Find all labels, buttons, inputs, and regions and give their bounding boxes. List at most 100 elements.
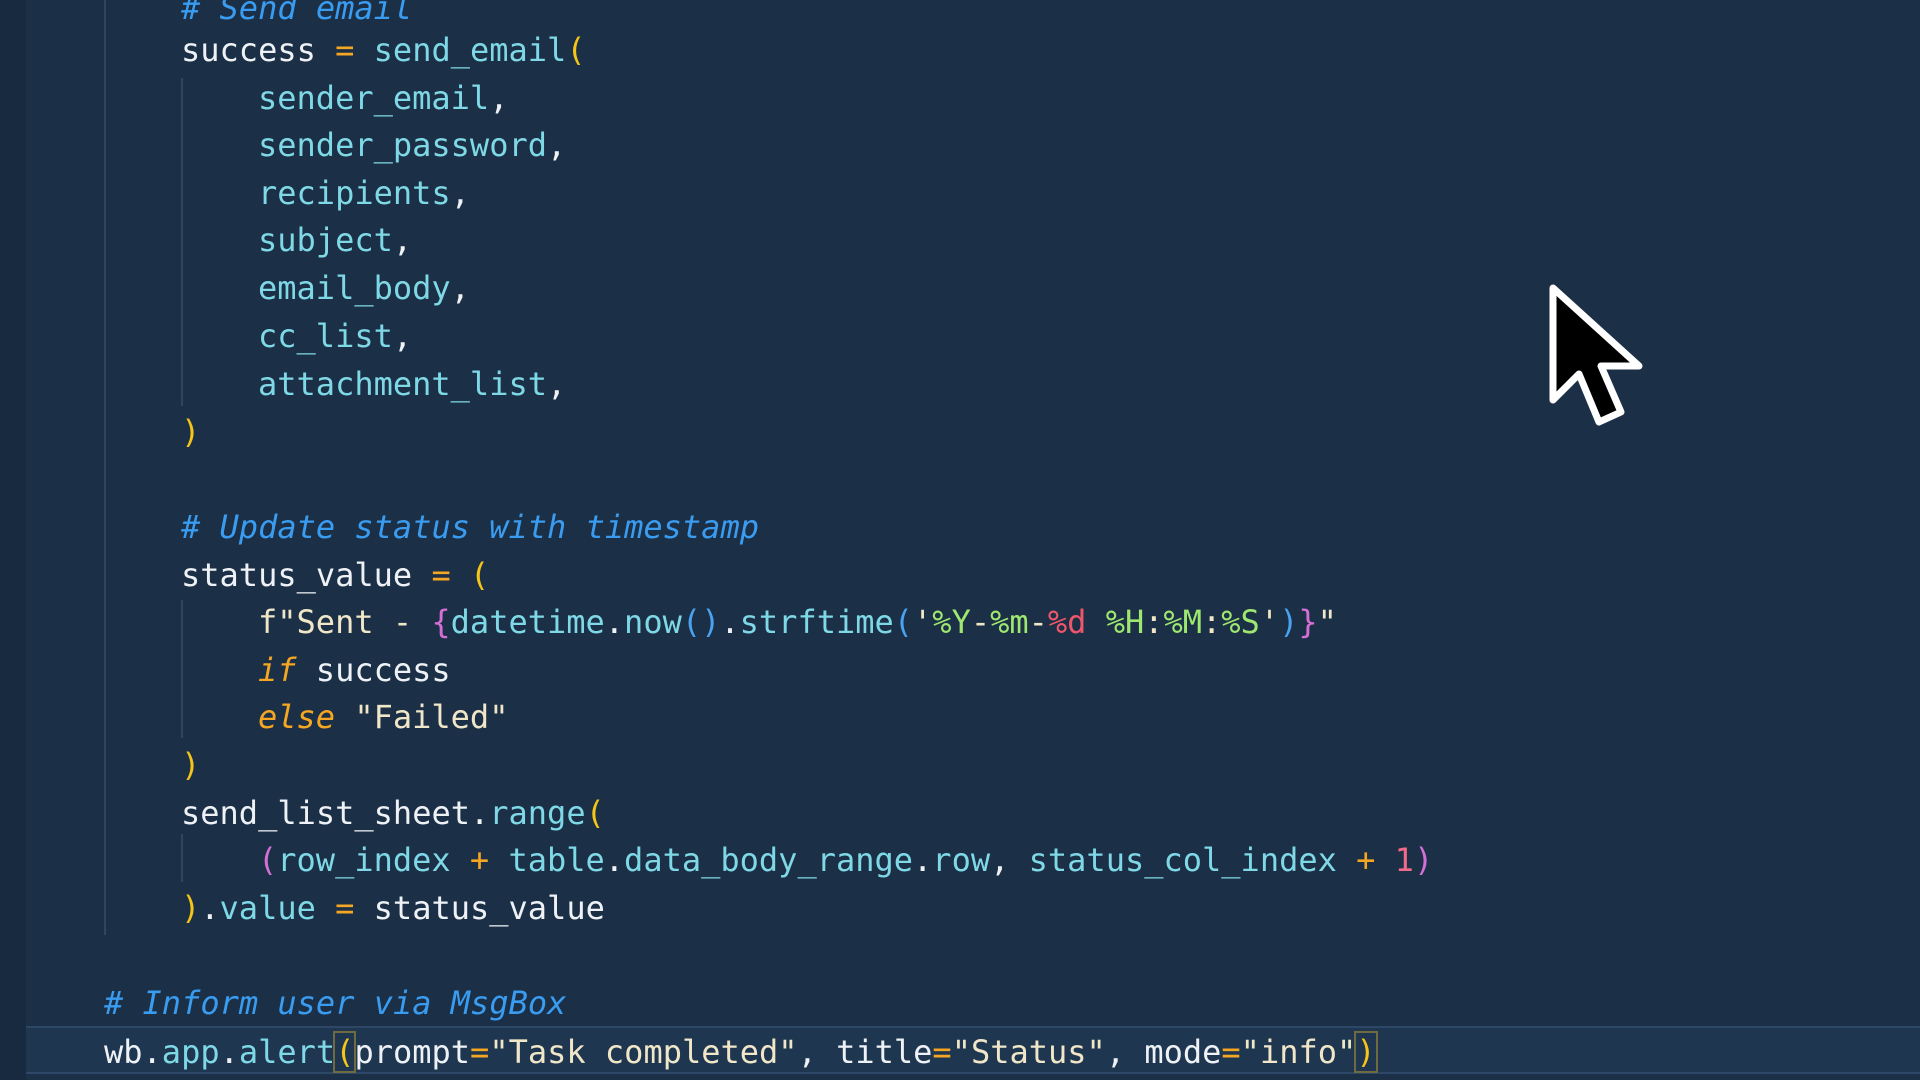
code-line[interactable]: else "Failed" xyxy=(0,693,508,741)
mouse-pointer-icon xyxy=(1549,284,1643,426)
operator-token: = xyxy=(412,556,470,594)
function-token: send_email xyxy=(373,31,567,69)
string-token: : xyxy=(1144,603,1164,641)
code-line[interactable]: sender_password, xyxy=(0,121,566,169)
method-token: range xyxy=(489,794,586,832)
current-code-line[interactable]: wb.app.alert(prompt="Task completed", ti… xyxy=(26,1026,1920,1074)
paren-token: ( xyxy=(893,603,914,641)
variable-token: status_value xyxy=(373,889,605,927)
paren-token: ( xyxy=(566,31,586,69)
string-token: - xyxy=(970,603,991,641)
code-line[interactable]: ) xyxy=(0,408,200,456)
number-token: 1 xyxy=(1394,841,1414,879)
code-line[interactable]: recipients, xyxy=(0,169,470,217)
identifier-token: row xyxy=(932,841,991,879)
attribute-token: app xyxy=(161,1033,220,1071)
code-line[interactable]: ) xyxy=(0,741,200,789)
comma-token: , xyxy=(1105,1033,1145,1071)
comma-token: , xyxy=(392,317,413,355)
string-token: " xyxy=(1317,603,1337,641)
comma-token: , xyxy=(489,79,509,117)
code-tokens: else "Failed" xyxy=(258,693,508,741)
code-editor[interactable]: # Send email success = send_email( sende… xyxy=(0,0,1920,1080)
dot-token: . xyxy=(913,841,933,879)
string-token: "Status" xyxy=(951,1033,1106,1071)
code-line[interactable]: subject, xyxy=(0,216,412,264)
argument-token: sender_email xyxy=(258,79,490,117)
indent-guide-call-args xyxy=(181,78,183,406)
string-token: f"Sent - xyxy=(258,603,432,641)
identifier-token: status_col_index xyxy=(1028,841,1337,879)
identifier-token: table xyxy=(508,841,605,879)
format-token: %d xyxy=(1047,603,1087,641)
paren-token: ( xyxy=(258,841,278,879)
code-line[interactable]: # Update status with timestamp xyxy=(0,503,759,551)
paren-token: ) xyxy=(181,746,201,784)
identifier-token: row_index xyxy=(277,841,451,879)
code-line[interactable]: if success xyxy=(0,646,451,694)
variable-token: success xyxy=(181,31,316,69)
code-line[interactable]: sender_email, xyxy=(0,74,508,122)
code-tokens: sender_password, xyxy=(258,121,566,169)
dot-token: . xyxy=(604,603,625,641)
paren-token: () xyxy=(681,603,721,641)
comma-token: , xyxy=(392,221,413,259)
dot-token: . xyxy=(219,1033,239,1071)
argument-token: cc_list xyxy=(258,317,393,355)
argument-token: sender_password xyxy=(258,126,547,164)
identifier-token: wb xyxy=(104,1033,143,1071)
variable-token: send_list_sheet xyxy=(181,794,470,832)
argument-token: subject xyxy=(258,221,393,259)
operator-token: = xyxy=(470,1033,490,1071)
quote-token: ' xyxy=(913,603,933,641)
code-tokens: wb.app.alert(prompt="Task completed", ti… xyxy=(104,1028,1378,1076)
matched-paren-token: ) xyxy=(1354,1031,1378,1073)
quote-token: ' xyxy=(1259,603,1280,641)
code-line[interactable]: ).value = status_value xyxy=(0,884,605,932)
paren-token: ) xyxy=(181,889,201,927)
dot-token: . xyxy=(469,794,490,832)
code-line[interactable]: send_list_sheet.range( xyxy=(0,789,605,837)
code-line[interactable]: attachment_list, xyxy=(0,360,566,408)
code-line[interactable]: f"Sent - {datetime.now().strftime('%Y-%m… xyxy=(0,598,1337,646)
code-line[interactable]: success = send_email( xyxy=(0,26,586,74)
brace-token: } xyxy=(1298,603,1318,641)
indent-guide-status-expr xyxy=(181,600,183,738)
identifier-token: success xyxy=(296,651,451,689)
code-tokens: cc_list, xyxy=(258,312,412,360)
operator-token: = xyxy=(1221,1033,1241,1071)
comma-token: , xyxy=(450,269,470,307)
code-line[interactable]: cc_list, xyxy=(0,312,412,360)
argument-token: email_body xyxy=(258,269,451,307)
code-tokens: email_body, xyxy=(258,264,470,312)
code-line[interactable]: email_body, xyxy=(0,264,470,312)
function-token: alert xyxy=(238,1033,336,1071)
identifier-token: data_body_range xyxy=(624,841,914,879)
code-tokens: ).value = status_value xyxy=(181,884,605,932)
code-line[interactable]: # Inform user via MsgBox xyxy=(0,979,566,1027)
string-token: "info" xyxy=(1240,1033,1357,1071)
paren-token: ( xyxy=(469,556,490,594)
comma-token: , xyxy=(990,841,1029,879)
method-token: now xyxy=(624,603,682,641)
string-token: "Failed" xyxy=(335,698,509,736)
indent-guide-range-args xyxy=(181,834,183,882)
string-token: "Task completed" xyxy=(489,1033,798,1071)
format-token: %H xyxy=(1105,603,1145,641)
code-line[interactable]: status_value = ( xyxy=(0,551,489,599)
variable-token: status_value xyxy=(181,556,413,594)
dot-token: . xyxy=(604,841,625,879)
identifier-token: datetime xyxy=(450,603,605,641)
operator-token: + xyxy=(450,841,509,879)
code-line[interactable]: (row_index + table.data_body_range.row, … xyxy=(0,836,1433,884)
paren-token: ) xyxy=(181,413,201,451)
comma-token: , xyxy=(797,1033,837,1071)
keyword-token: if xyxy=(258,651,297,689)
format-token: %m xyxy=(990,603,1029,641)
operator-token: + xyxy=(1336,841,1395,879)
comma-token: , xyxy=(450,174,470,212)
argument-token: attachment_list xyxy=(258,365,547,403)
dot-token: . xyxy=(720,603,740,641)
code-tokens: success = send_email( xyxy=(181,26,586,74)
string-token xyxy=(1086,603,1105,641)
